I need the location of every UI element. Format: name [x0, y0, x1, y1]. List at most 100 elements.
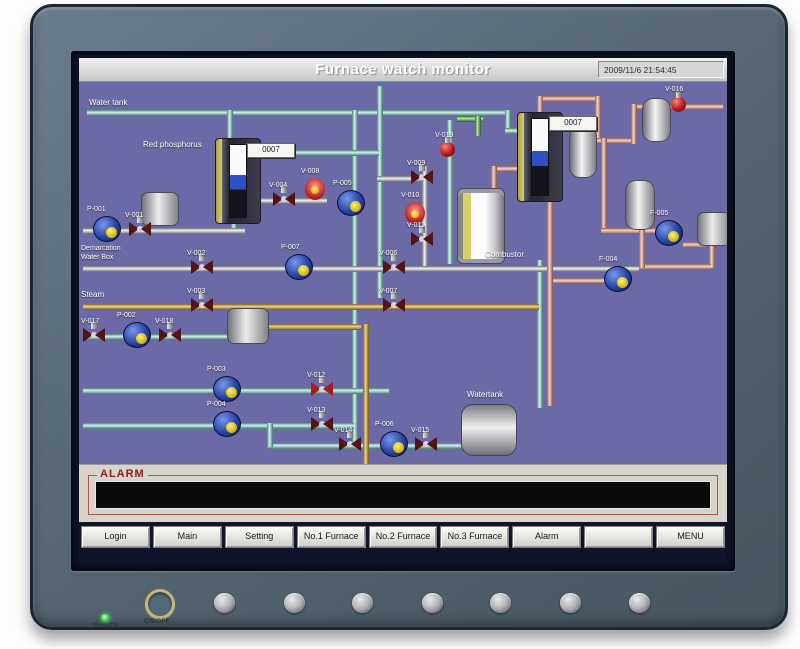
small-tank: [227, 308, 269, 344]
tag-v016: V-016: [665, 86, 683, 94]
power-button-label: ON/OFF: [140, 619, 174, 625]
tag-v006: V-006: [379, 250, 397, 258]
pump-p007[interactable]: [285, 254, 313, 280]
label-demarcation-2: Water Box: [81, 253, 113, 262]
label-combustor: Combustor: [485, 250, 524, 259]
alarm-button[interactable]: Alarm: [512, 526, 581, 548]
tag-p001: P-001: [87, 206, 106, 214]
function-button-7[interactable]: [629, 593, 650, 613]
impeller-icon: [350, 201, 361, 212]
navigation-bar: Login Main Setting No.1 Furnace No.2 Fur…: [79, 522, 727, 548]
impeller-icon: [617, 277, 628, 288]
menu-button[interactable]: MENU: [656, 526, 725, 548]
pump-p002[interactable]: [123, 322, 151, 348]
watertank-vessel: [461, 404, 517, 456]
label-steam: Steam: [81, 290, 104, 299]
impeller-icon: [393, 442, 404, 453]
valve-v014[interactable]: [339, 437, 361, 451]
pipe-segment: [639, 228, 645, 268]
tag-v019: V-019: [435, 132, 453, 140]
pipe-segment: [267, 423, 273, 447]
valve-v009[interactable]: [411, 170, 433, 184]
valve-v002[interactable]: [191, 260, 213, 274]
tag-p007: P-007: [281, 244, 300, 252]
pump-f005[interactable]: [655, 220, 683, 246]
valve-v001[interactable]: [129, 222, 151, 236]
pipe-segment: [475, 116, 481, 136]
pipe-segment: [87, 110, 511, 116]
heat-exchanger-cylinder: [625, 180, 655, 230]
valve-v004[interactable]: [273, 192, 295, 206]
label-red-phosphorus: Red phosphorus: [143, 140, 202, 149]
pump-f004[interactable]: [604, 266, 632, 292]
alarm-section: ALARM: [79, 464, 727, 522]
tank-level-indicator: [229, 144, 247, 218]
tag-v003: V-003: [187, 288, 205, 296]
valve-v011[interactable]: [411, 232, 433, 246]
pipe-segment: [547, 166, 553, 406]
valve-v010[interactable]: [405, 202, 425, 224]
heat-exchanger-cylinder: [569, 126, 597, 178]
valve-v003[interactable]: [191, 298, 213, 312]
pump-p006[interactable]: [380, 431, 408, 457]
blank-button[interactable]: [584, 526, 653, 548]
tag-v017: V-017: [81, 318, 99, 326]
valve-indicator-icon: [311, 186, 319, 194]
valve-v012[interactable]: [311, 382, 333, 396]
impeller-icon: [226, 422, 237, 433]
valve-v019[interactable]: [440, 142, 455, 157]
monitor-bezel: Furnace watch monitor 2009/11/6 21:54:45: [30, 4, 788, 630]
tag-f004: F-004: [599, 256, 617, 264]
tag-v015: V-015: [411, 427, 429, 435]
impeller-icon: [298, 265, 309, 276]
tag-p002: P-002: [117, 312, 136, 320]
valve-v016[interactable]: [671, 97, 686, 112]
function-button-2[interactable]: [284, 593, 305, 613]
tag-f005: F-005: [650, 210, 668, 218]
impeller-icon: [668, 231, 679, 242]
alarm-message-display: [95, 481, 711, 509]
alarm-title: ALARM: [97, 468, 148, 480]
pipe-segment: [537, 260, 543, 408]
pump-p001[interactable]: [93, 216, 121, 242]
pipe-segment: [83, 266, 639, 272]
no1-furnace-button[interactable]: No.1 Furnace: [297, 526, 366, 548]
heat-exchanger-cylinder: [642, 98, 671, 142]
pump-p003[interactable]: [213, 376, 241, 402]
main-button[interactable]: Main: [153, 526, 222, 548]
valve-v006[interactable]: [383, 260, 405, 274]
valve-v018[interactable]: [159, 328, 181, 342]
small-tank: [141, 192, 179, 226]
right-tank-readout: 0007: [549, 116, 597, 131]
function-button-4[interactable]: [422, 593, 443, 613]
tank-level-indicator: [531, 118, 549, 196]
no2-furnace-button[interactable]: No.2 Furnace: [369, 526, 438, 548]
tag-v011: V-011: [407, 222, 425, 230]
pump-p005[interactable]: [337, 190, 365, 216]
impeller-icon: [106, 227, 117, 238]
valve-v013[interactable]: [311, 417, 333, 431]
tag-v009: V-009: [407, 160, 425, 168]
tag-p005: P-005: [333, 180, 352, 188]
function-button-3[interactable]: [352, 593, 373, 613]
valve-v015[interactable]: [415, 437, 437, 451]
tag-v018: V-018: [155, 318, 173, 326]
valve-v007[interactable]: [383, 298, 405, 312]
pipe-segment: [601, 138, 607, 234]
valve-v017[interactable]: [83, 328, 105, 342]
screen-opening: Furnace watch monitor 2009/11/6 21:54:45: [71, 51, 735, 571]
pipe-segment: [265, 324, 361, 330]
no3-furnace-button[interactable]: No.3 Furnace: [440, 526, 509, 548]
function-button-5[interactable]: [490, 593, 511, 613]
function-button-1[interactable]: [214, 593, 235, 613]
pump-p004[interactable]: [213, 411, 241, 437]
valve-v008[interactable]: [305, 178, 325, 200]
datetime-display: 2009/11/6 21:54:45: [598, 61, 724, 78]
tag-v001: V-001: [125, 212, 143, 220]
tag-p004: P-004: [207, 401, 226, 409]
setting-button[interactable]: Setting: [225, 526, 294, 548]
pipe-segment: [547, 278, 609, 284]
function-button-6[interactable]: [560, 593, 581, 613]
login-button[interactable]: Login: [81, 526, 150, 548]
power-button[interactable]: [145, 589, 175, 619]
